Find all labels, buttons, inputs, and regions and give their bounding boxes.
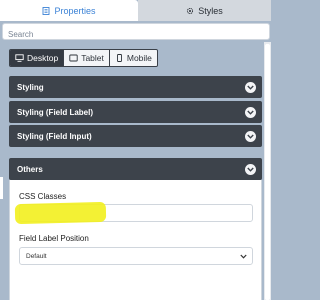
gear-icon <box>187 7 194 14</box>
desktop-icon <box>15 54 24 62</box>
field-label-position-select[interactable]: Default <box>19 247 253 265</box>
mobile-icon <box>116 54 122 62</box>
device-mobile-label: Mobile <box>126 53 152 63</box>
tab-properties[interactable]: Properties <box>0 0 138 21</box>
device-toggle-group: Desktop Tablet Mobile <box>9 49 158 67</box>
section-styling-field-label-header[interactable]: Styling (Field Label) <box>9 101 262 123</box>
tablet-icon <box>69 54 78 62</box>
section-styling-field-input-title: Styling (Field Input) <box>17 131 92 141</box>
tab-styles[interactable]: Styles <box>138 0 271 21</box>
chevron-down-icon <box>240 254 247 259</box>
scrollbar-thumb[interactable] <box>265 44 270 300</box>
css-classes-label: CSS Classes <box>19 192 67 201</box>
search-input[interactable] <box>3 27 269 42</box>
section-others-title: Others <box>17 164 43 174</box>
section-styling-title: Styling <box>17 82 44 92</box>
section-others-header[interactable]: Others <box>9 158 262 180</box>
search-box <box>2 23 270 42</box>
tab-properties-label: Properties <box>54 5 96 16</box>
chevron-down-icon <box>245 130 256 142</box>
section-styling-field-input-header[interactable]: Styling (Field Input) <box>9 125 262 147</box>
resize-handle[interactable] <box>0 177 3 199</box>
field-label-position-label: Field Label Position <box>19 234 89 243</box>
tab-styles-label: Styles <box>198 5 223 16</box>
chevron-down-icon <box>245 106 256 118</box>
device-tablet-label: Tablet <box>81 53 104 63</box>
highlight-mark <box>14 201 107 225</box>
device-mobile-button[interactable]: Mobile <box>109 50 157 66</box>
field-label-position-value: Default <box>26 252 47 260</box>
device-desktop-button[interactable]: Desktop <box>10 50 65 66</box>
device-desktop-label: Desktop <box>27 53 59 63</box>
chevron-down-icon <box>245 163 256 175</box>
device-tablet-button[interactable]: Tablet <box>64 50 110 66</box>
others-panel: CSS Classes Field Label Position Default <box>9 180 262 300</box>
chevron-down-icon <box>245 81 256 93</box>
panel-tabs: Properties Styles <box>0 0 271 21</box>
section-styling-header[interactable]: Styling <box>9 76 262 98</box>
properties-icon <box>43 6 50 15</box>
section-styling-field-label-title: Styling (Field Label) <box>17 107 94 117</box>
